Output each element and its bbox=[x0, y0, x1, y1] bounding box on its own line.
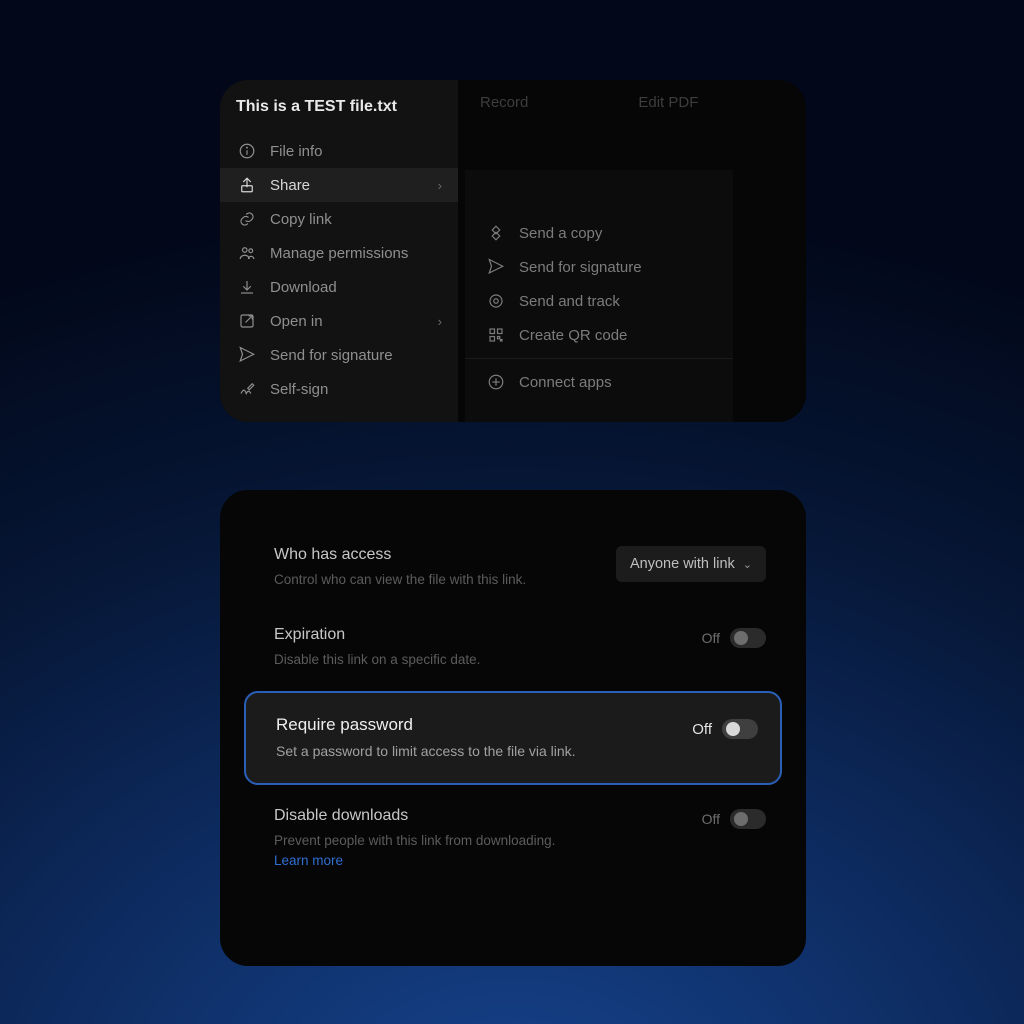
download-icon bbox=[238, 278, 256, 296]
submenu-item-label: Send for signature bbox=[519, 259, 642, 276]
submenu-item-create-qr-code[interactable]: Create QR code bbox=[465, 318, 733, 352]
setting-expiration: Expiration Disable this link on a specif… bbox=[220, 608, 806, 688]
setting-who-has-access: Who has access Control who can view the … bbox=[220, 528, 806, 608]
dropdown-value: Anyone with link bbox=[630, 556, 735, 572]
downloads-toggle[interactable] bbox=[730, 809, 766, 829]
context-menu-panel: Record Edit PDF This is a TEST file.txt … bbox=[220, 80, 806, 422]
setting-require-password: Require password Set a password to limit… bbox=[244, 691, 782, 785]
toggle-state-label: Off bbox=[692, 721, 712, 738]
signature-icon bbox=[238, 346, 256, 364]
submenu-item-send-for-signature[interactable]: Send for signature bbox=[465, 250, 733, 284]
toolbar-record[interactable]: Record bbox=[480, 94, 528, 120]
openin-icon bbox=[238, 312, 256, 330]
link-icon bbox=[238, 210, 256, 228]
menu-item-copy-link[interactable]: Copy link bbox=[220, 202, 458, 236]
menu-item-label: File info bbox=[270, 143, 323, 160]
link-settings-panel: Who has access Control who can view the … bbox=[220, 490, 806, 966]
submenu-item-connect-apps[interactable]: Connect apps bbox=[465, 365, 733, 399]
password-toggle[interactable] bbox=[722, 719, 758, 739]
menu-item-label: Manage permissions bbox=[270, 245, 408, 262]
learn-more-link[interactable]: Learn more bbox=[274, 853, 343, 868]
setting-title: Disable downloads bbox=[274, 807, 574, 825]
setting-desc: Disable this link on a specific date. bbox=[274, 650, 480, 670]
share-icon bbox=[238, 176, 256, 194]
setting-desc: Set a password to limit access to the fi… bbox=[276, 741, 576, 761]
menu-item-manage-permissions[interactable]: Manage permissions bbox=[220, 236, 458, 270]
menu-item-send-for-signature[interactable]: Send for signature bbox=[220, 338, 458, 372]
expiration-toggle[interactable] bbox=[730, 628, 766, 648]
menu-item-file-info[interactable]: File info bbox=[220, 134, 458, 168]
menu-item-self-sign[interactable]: Self-sign bbox=[220, 372, 458, 406]
setting-title: Expiration bbox=[274, 626, 480, 644]
divider bbox=[465, 358, 733, 359]
submenu-item-label: Send and track bbox=[519, 293, 620, 310]
menu-item-label: Self-sign bbox=[270, 381, 328, 398]
submenu-item-send-a-copy[interactable]: Send a copy bbox=[465, 216, 733, 250]
setting-desc-text: Prevent people with this link from downl… bbox=[274, 833, 555, 848]
menu-item-label: Open in bbox=[270, 313, 323, 330]
menu-item-download[interactable]: Download bbox=[220, 270, 458, 304]
chevron-down-icon: ⌄ bbox=[743, 558, 752, 571]
submenu-item-label: Send a copy bbox=[519, 225, 602, 242]
setting-desc: Prevent people with this link from downl… bbox=[274, 831, 574, 870]
submenu-item-send-and-track[interactable]: Send and track bbox=[465, 284, 733, 318]
info-icon bbox=[238, 142, 256, 160]
permissions-icon bbox=[238, 244, 256, 262]
menu-item-label: Share bbox=[270, 177, 310, 194]
menu-item-open-in[interactable]: Open in › bbox=[220, 304, 458, 338]
menu-item-label: Download bbox=[270, 279, 337, 296]
track-icon bbox=[487, 292, 505, 310]
setting-disable-downloads: Disable downloads Prevent people with th… bbox=[220, 789, 806, 888]
toolbar-edit-pdf[interactable]: Edit PDF bbox=[638, 94, 698, 120]
chevron-right-icon: › bbox=[438, 314, 442, 329]
menu-item-share[interactable]: Share › bbox=[220, 168, 458, 202]
qr-icon bbox=[487, 326, 505, 344]
plus-icon bbox=[487, 373, 505, 391]
share-submenu: Send a copy Send for signature Send and … bbox=[465, 170, 733, 422]
file-context-menu: This is a TEST file.txt File info Share … bbox=[220, 80, 458, 422]
sendcopy-icon bbox=[487, 224, 505, 242]
access-dropdown[interactable]: Anyone with link ⌄ bbox=[616, 546, 766, 582]
submenu-item-label: Create QR code bbox=[519, 327, 627, 344]
selfsign-icon bbox=[238, 380, 256, 398]
toggle-state-label: Off bbox=[702, 811, 720, 827]
setting-desc: Control who can view the file with this … bbox=[274, 570, 526, 590]
setting-title: Who has access bbox=[274, 546, 526, 564]
signature-icon bbox=[487, 258, 505, 276]
toggle-state-label: Off bbox=[702, 630, 720, 646]
setting-title: Require password bbox=[276, 715, 576, 735]
menu-item-label: Send for signature bbox=[270, 347, 393, 364]
menu-item-label: Copy link bbox=[270, 211, 332, 228]
chevron-right-icon: › bbox=[438, 178, 442, 193]
submenu-item-label: Connect apps bbox=[519, 374, 612, 391]
file-title: This is a TEST file.txt bbox=[220, 80, 458, 134]
